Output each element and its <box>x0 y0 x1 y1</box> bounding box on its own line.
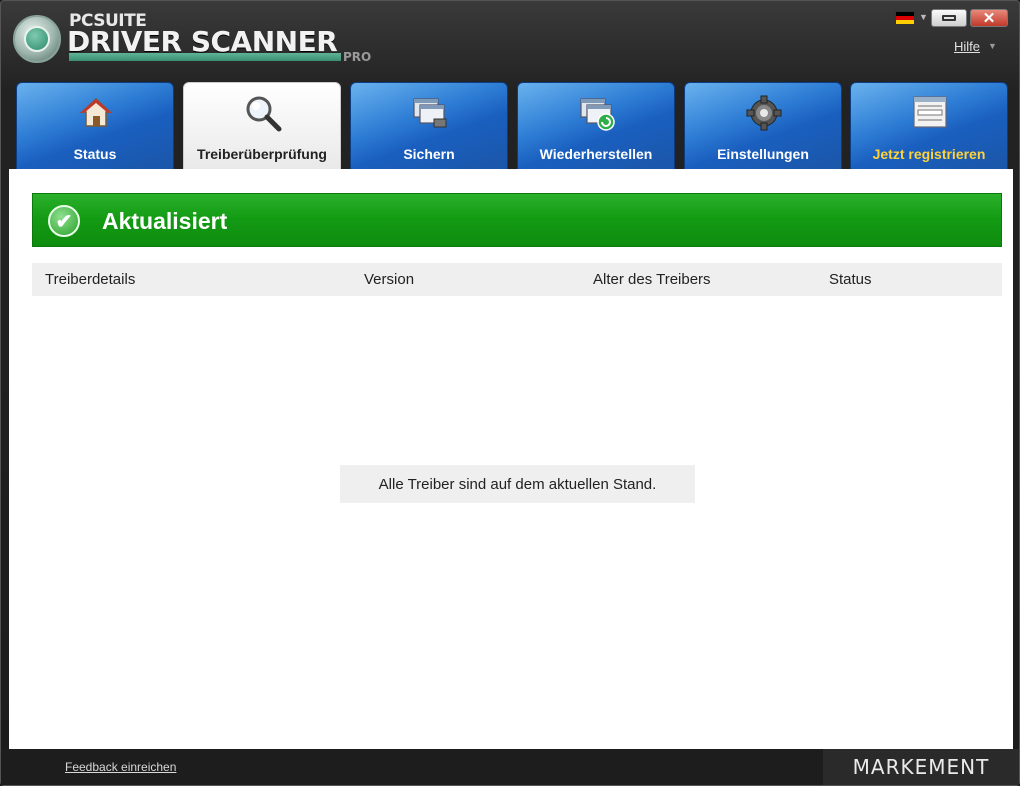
column-header-status[interactable]: Status <box>829 271 872 288</box>
main-tab-bar: Status Treiberüberprüfung Sichern Wieder… <box>16 82 1008 170</box>
tab-restore[interactable]: Wiederherstellen <box>517 82 675 170</box>
minimize-button[interactable] <box>931 9 967 27</box>
help-menu-link[interactable]: Hilfe <box>954 39 980 54</box>
gear-icon <box>746 95 782 131</box>
language-dropdown-arrow-icon[interactable]: ▼ <box>919 12 928 22</box>
checkmark-icon: ✔ <box>48 205 80 237</box>
publisher-logo: MARKEMENT <box>823 749 1019 785</box>
empty-state-message: Alle Treiber sind auf dem aktuellen Stan… <box>340 465 695 503</box>
tab-label: Treiberüberprüfung <box>197 146 327 162</box>
tab-status[interactable]: Status <box>16 82 174 170</box>
restore-icon <box>580 98 615 131</box>
minimize-icon <box>942 15 956 21</box>
tab-settings[interactable]: Einstellungen <box>684 82 842 170</box>
help-dropdown-arrow-icon[interactable]: ▼ <box>988 41 997 51</box>
tab-driver-check[interactable]: Treiberüberprüfung <box>183 82 341 170</box>
backup-icon <box>413 98 447 128</box>
driver-table-header: Treiberdetails Version Alter des Treiber… <box>32 263 1002 296</box>
tab-register[interactable]: Jetzt registrieren <box>850 82 1008 170</box>
tab-label: Wiederherstellen <box>539 146 653 162</box>
feedback-link[interactable]: Feedback einreichen <box>65 760 176 774</box>
app-logo-icon <box>13 15 61 63</box>
brand-underline <box>69 53 341 61</box>
footer-bar: Feedback einreichen MARKEMENT <box>1 749 1019 785</box>
tab-label: Status <box>73 146 117 162</box>
close-icon: ✕ <box>982 10 996 27</box>
tab-label: Sichern <box>403 146 455 162</box>
column-header-version[interactable]: Version <box>364 271 414 288</box>
register-icon <box>913 96 947 128</box>
status-banner-text: Aktualisiert <box>102 208 228 234</box>
flag-de-icon[interactable] <box>895 11 915 25</box>
main-content: ✔ Aktualisiert Treiberdetails Version Al… <box>9 169 1013 749</box>
home-icon <box>80 97 112 127</box>
brand-edition: PRO <box>343 50 372 64</box>
column-header-driver-age[interactable]: Alter des Treibers <box>593 271 711 288</box>
app-window: PCSUITE DRIVER SCANNER PRO ▼ ✕ Hilfe ▼ S… <box>0 0 1020 786</box>
tab-label: Jetzt registrieren <box>872 146 986 162</box>
close-button[interactable]: ✕ <box>970 9 1008 27</box>
magnifier-icon <box>246 96 282 132</box>
tab-label: Einstellungen <box>717 146 809 162</box>
status-banner: ✔ Aktualisiert <box>32 193 1002 247</box>
tab-backup[interactable]: Sichern <box>350 82 508 170</box>
column-header-driver-details[interactable]: Treiberdetails <box>45 271 135 288</box>
